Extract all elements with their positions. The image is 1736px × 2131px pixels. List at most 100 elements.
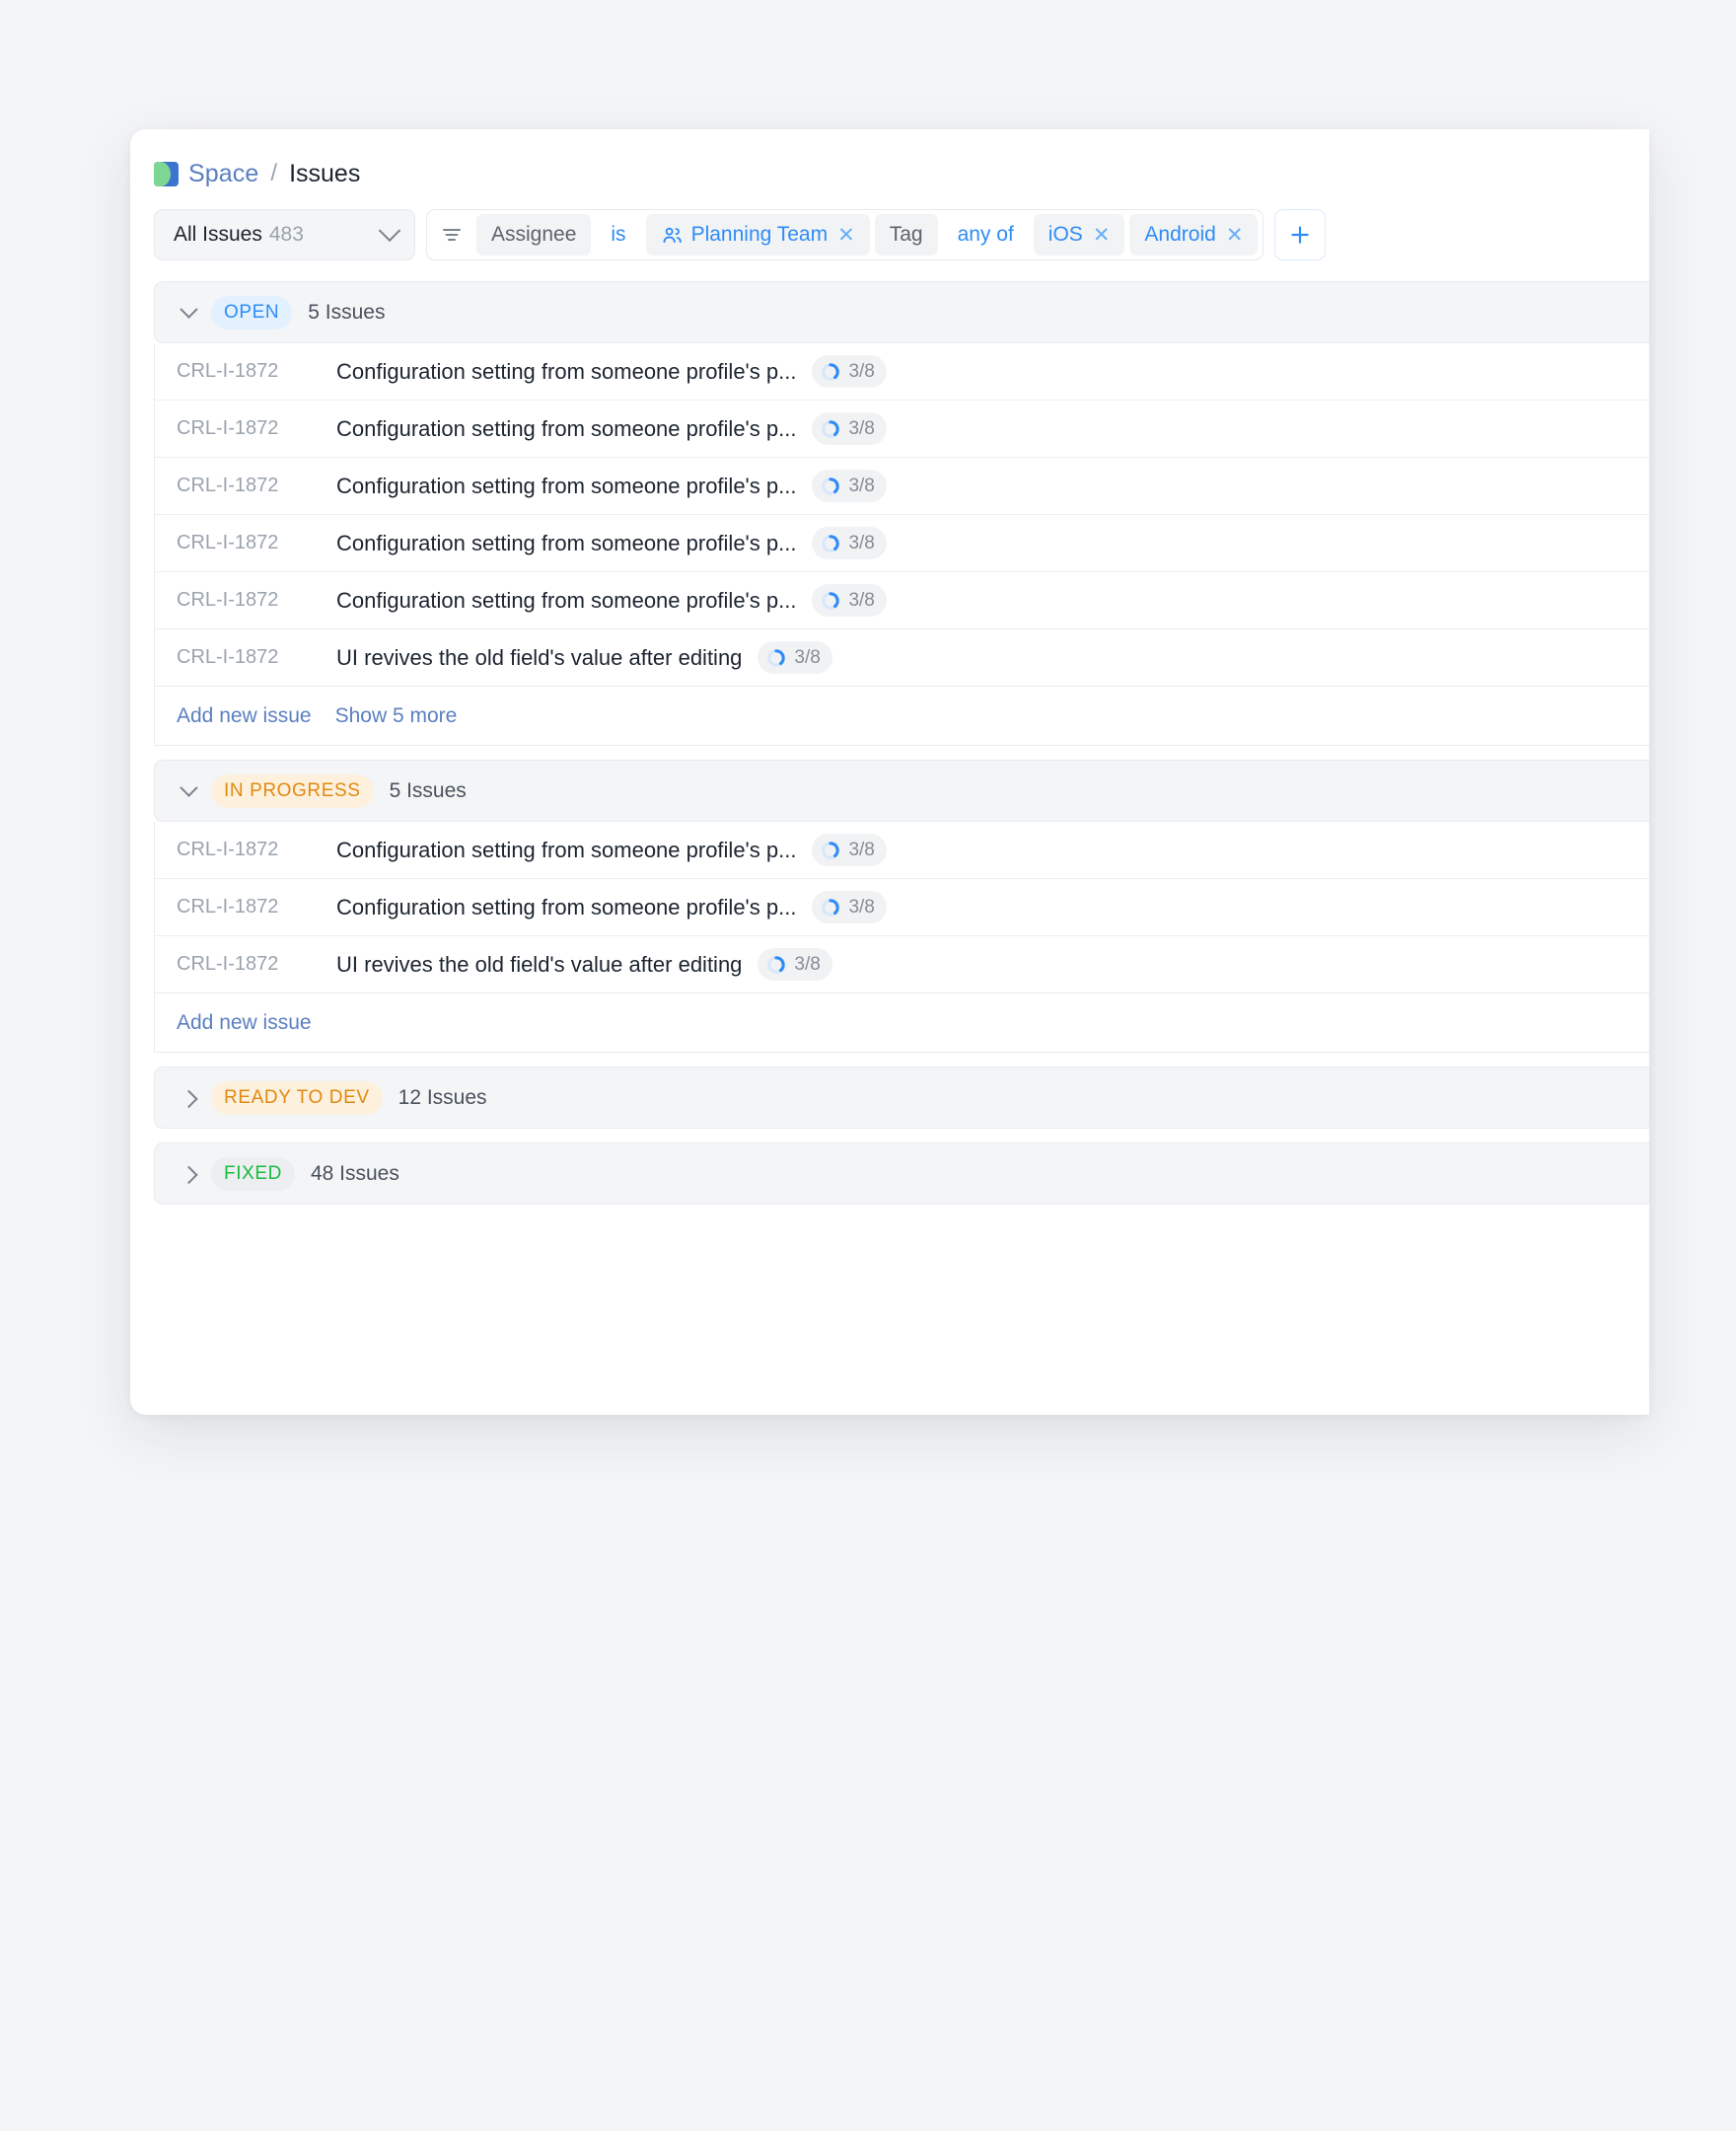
add-filter-button[interactable] xyxy=(1274,209,1326,260)
table-row[interactable]: CRL-I-1872Configuration setting from som… xyxy=(155,515,1649,572)
issue-group: OPEN5 IssuesCRL-I-1872Configuration sett… xyxy=(154,281,1649,746)
breadcrumb-space-link[interactable]: Space xyxy=(188,160,258,188)
group-header-in-progress[interactable]: IN PROGRESS5 Issues xyxy=(154,760,1649,822)
progress-ring-icon xyxy=(821,534,840,553)
issue-rows: CRL-I-1872Configuration setting from som… xyxy=(154,822,1649,993)
progress-badge: 3/8 xyxy=(758,641,832,674)
issue-key: CRL-I-1872 xyxy=(177,360,336,383)
filter-icon[interactable] xyxy=(432,214,471,256)
issue-group: READY TO DEV12 Issues xyxy=(154,1066,1649,1129)
progress-label: 3/8 xyxy=(848,840,874,861)
status-badge: READY TO DEV xyxy=(211,1081,383,1115)
issue-key: CRL-I-1872 xyxy=(177,839,336,861)
status-badge: FIXED xyxy=(211,1157,295,1191)
show-more-link[interactable]: Show 5 more xyxy=(335,704,458,728)
progress-badge: 3/8 xyxy=(812,584,886,617)
close-icon[interactable]: ✕ xyxy=(1093,225,1111,246)
table-row[interactable]: CRL-I-1872Configuration setting from som… xyxy=(155,879,1649,936)
progress-label: 3/8 xyxy=(794,954,820,976)
chevron-down-icon[interactable] xyxy=(180,778,197,796)
issue-title: Configuration setting from someone profi… xyxy=(336,895,796,920)
view-select[interactable]: All Issues483 xyxy=(154,209,415,260)
issue-title: Configuration setting from someone profi… xyxy=(336,838,796,863)
table-row[interactable]: CRL-I-1872UI revives the old field's val… xyxy=(155,629,1649,687)
progress-ring-icon xyxy=(821,362,840,382)
group-header-ready-to-dev[interactable]: READY TO DEV12 Issues xyxy=(154,1066,1649,1129)
chevron-down-icon xyxy=(379,219,401,242)
progress-badge: 3/8 xyxy=(812,355,886,388)
group-count: 5 Issues xyxy=(308,301,385,325)
add-new-issue-link[interactable]: Add new issue xyxy=(177,704,312,728)
progress-badge: 3/8 xyxy=(812,891,886,923)
status-badge: OPEN xyxy=(211,296,292,330)
table-row[interactable]: CRL-I-1872Configuration setting from som… xyxy=(155,458,1649,515)
progress-badge: 3/8 xyxy=(812,527,886,559)
progress-label: 3/8 xyxy=(848,361,874,383)
filter-value-ios[interactable]: iOS ✕ xyxy=(1034,214,1125,256)
filter-value-android[interactable]: Android ✕ xyxy=(1129,214,1258,256)
progress-label: 3/8 xyxy=(848,476,874,497)
table-row[interactable]: CRL-I-1872Configuration setting from som… xyxy=(155,572,1649,629)
progress-ring-icon xyxy=(821,477,840,496)
view-select-label: All Issues xyxy=(174,223,262,246)
plus-icon xyxy=(1287,222,1313,248)
filter-key-assignee[interactable]: Assignee xyxy=(476,214,591,256)
chevron-right-icon[interactable] xyxy=(180,1166,197,1184)
issue-title: Configuration setting from someone profi… xyxy=(336,359,796,385)
table-row[interactable]: CRL-I-1872UI revives the old field's val… xyxy=(155,936,1649,993)
issue-key: CRL-I-1872 xyxy=(177,589,336,612)
filter-key-tag[interactable]: Tag xyxy=(875,214,938,256)
issue-title: UI revives the old field's value after e… xyxy=(336,645,742,671)
people-icon xyxy=(661,224,684,247)
progress-ring-icon xyxy=(821,591,840,611)
issue-rows: CRL-I-1872Configuration setting from som… xyxy=(154,343,1649,687)
chevron-down-icon[interactable] xyxy=(180,300,197,318)
table-row[interactable]: CRL-I-1872Configuration setting from som… xyxy=(155,401,1649,458)
filter-value-label: iOS xyxy=(1049,223,1083,247)
group-header-fixed[interactable]: FIXED 48 Issues xyxy=(154,1142,1649,1205)
filter-value-planning-team[interactable]: Planning Team ✕ xyxy=(646,214,870,256)
issue-groups: OPEN5 IssuesCRL-I-1872Configuration sett… xyxy=(130,281,1649,1205)
issue-key: CRL-I-1872 xyxy=(177,646,336,669)
group-header-open[interactable]: OPEN 5 Issues xyxy=(154,281,1649,343)
issue-key: CRL-I-1872 xyxy=(177,475,336,497)
add-new-issue-link[interactable]: Add new issue xyxy=(177,1011,312,1035)
progress-ring-icon xyxy=(766,955,786,975)
issue-key: CRL-I-1872 xyxy=(177,417,336,440)
close-icon[interactable]: ✕ xyxy=(837,225,855,246)
progress-badge: 3/8 xyxy=(812,834,886,866)
close-icon[interactable]: ✕ xyxy=(1226,225,1244,246)
table-row[interactable]: CRL-I-1872Configuration setting from som… xyxy=(155,822,1649,879)
progress-label: 3/8 xyxy=(848,590,874,612)
issue-group: FIXED 48 Issues xyxy=(154,1142,1649,1205)
group-footer: Add new issue Show 5 more xyxy=(154,687,1649,746)
page-canvas: Space / Issues All Issues483 xyxy=(0,0,1736,2131)
filter-value-label: Android xyxy=(1144,223,1215,247)
progress-ring-icon xyxy=(821,898,840,918)
group-count: 5 Issues xyxy=(390,779,467,803)
table-row[interactable]: CRL-I-1872Configuration setting from som… xyxy=(155,343,1649,401)
issue-title: Configuration setting from someone profi… xyxy=(336,474,796,499)
filter-chip-group: Assignee is Planning Team ✕ Tag xyxy=(426,209,1264,260)
issue-title: UI revives the old field's value after e… xyxy=(336,952,742,978)
group-count: 48 Issues xyxy=(311,1162,399,1186)
progress-label: 3/8 xyxy=(848,897,874,919)
issue-group: IN PROGRESS5 IssuesCRL-I-1872Configurati… xyxy=(154,760,1649,1053)
progress-label: 3/8 xyxy=(794,647,820,669)
progress-badge: 3/8 xyxy=(758,948,832,981)
progress-label: 3/8 xyxy=(848,533,874,554)
issue-key: CRL-I-1872 xyxy=(177,532,336,554)
filter-value-label: Planning Team xyxy=(691,223,829,247)
filter-operator-assignee[interactable]: is xyxy=(596,214,640,256)
chevron-right-icon[interactable] xyxy=(180,1090,197,1108)
breadcrumb-separator: / xyxy=(268,160,279,187)
issue-title: Configuration setting from someone profi… xyxy=(336,588,796,614)
filter-toolbar: All Issues483 Assignee is xyxy=(130,190,1649,263)
issue-key: CRL-I-1872 xyxy=(177,953,336,976)
progress-badge: 3/8 xyxy=(812,470,886,502)
breadcrumb: Space / Issues xyxy=(130,129,1649,190)
filter-operator-tag[interactable]: any of xyxy=(943,214,1029,256)
breadcrumb-current: Issues xyxy=(289,160,360,188)
progress-ring-icon xyxy=(821,841,840,860)
progress-badge: 3/8 xyxy=(812,412,886,445)
